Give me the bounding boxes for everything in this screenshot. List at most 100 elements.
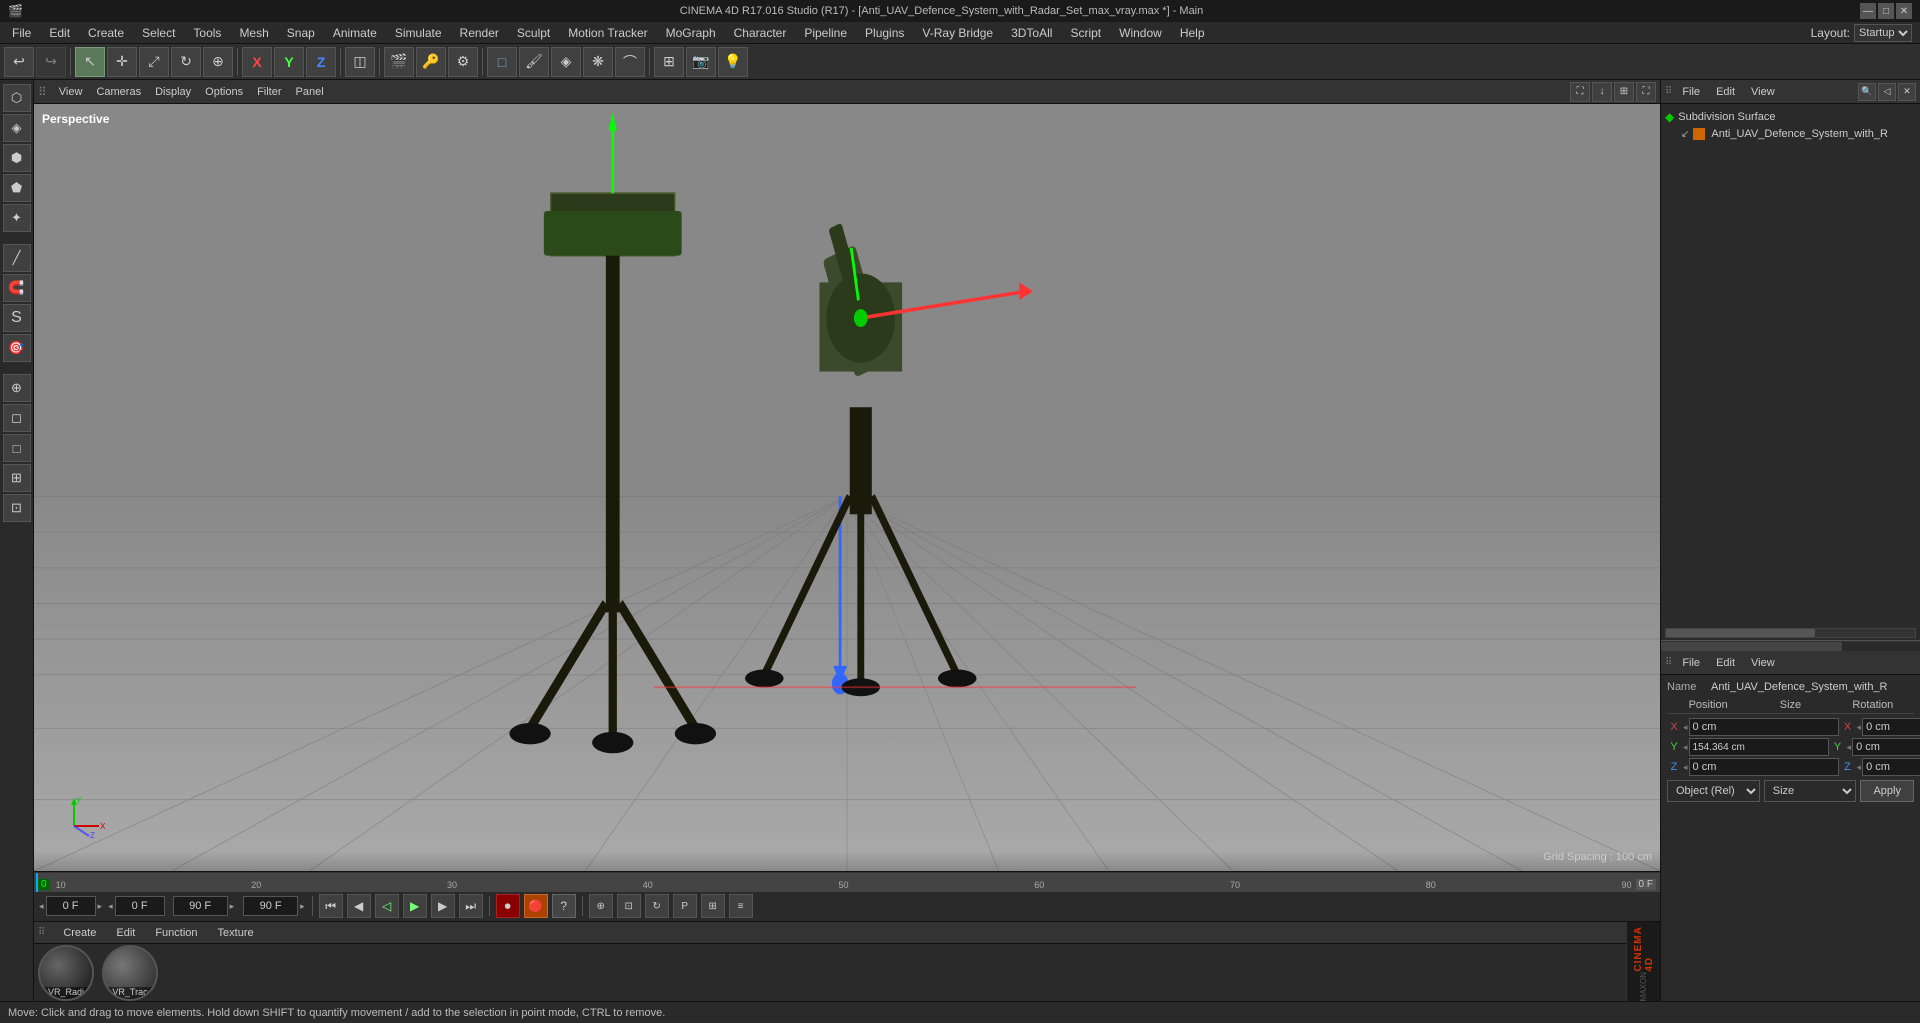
maximize-button[interactable]: □ [1878, 3, 1894, 19]
minimize-button[interactable]: — [1860, 3, 1876, 19]
scene-item-antiuav[interactable]: ↙ Anti_UAV_Defence_System_with_R [1665, 126, 1916, 142]
rp-search-button[interactable]: 🔍 [1858, 83, 1876, 101]
material-item-1[interactable]: VR_Radi [38, 945, 94, 1001]
soft-sel-button[interactable]: 🎯 [3, 334, 31, 362]
curve-button[interactable]: ⌒ [615, 47, 645, 77]
menu-create[interactable]: Create [80, 24, 132, 42]
attr-menu-view[interactable]: View [1745, 655, 1781, 671]
polygon-button[interactable]: ◈ [3, 114, 31, 142]
start-frame-input[interactable] [115, 896, 165, 916]
go-end-button[interactable]: ⏭ [459, 894, 483, 918]
play-button[interactable]: ▶ [403, 894, 427, 918]
key-button[interactable]: ? [552, 894, 576, 918]
point-button[interactable]: ⬟ [3, 174, 31, 202]
frame-dec-btn[interactable]: ◂ [38, 901, 45, 912]
menu-help[interactable]: Help [1172, 24, 1213, 42]
rp-menu-file[interactable]: File [1676, 84, 1706, 100]
go-start-button[interactable]: ⏮ [319, 894, 343, 918]
vp-menu-filter[interactable]: Filter [251, 84, 287, 100]
light-button[interactable]: 💡 [718, 47, 748, 77]
vp-menu-cameras[interactable]: Cameras [90, 84, 147, 100]
size-x-input[interactable] [1862, 718, 1920, 736]
rotate-tool-button[interactable]: ↻ [171, 47, 201, 77]
object-tool-button[interactable]: ◫ [345, 47, 375, 77]
mat-menu-texture[interactable]: Texture [212, 925, 260, 941]
render-region-button[interactable]: □ [3, 434, 31, 462]
menu-snap[interactable]: Snap [279, 24, 323, 42]
vp-layout-icon[interactable]: ⊞ [1614, 82, 1634, 102]
multi-btn2[interactable]: ⊡ [3, 494, 31, 522]
pos-x-input[interactable] [1689, 718, 1839, 736]
size-z-input[interactable] [1862, 758, 1920, 776]
attr-menu-file[interactable]: File [1676, 655, 1706, 671]
mat-menu-edit[interactable]: Edit [110, 925, 141, 941]
menu-pipeline[interactable]: Pipeline [796, 24, 855, 42]
menu-mesh[interactable]: Mesh [231, 24, 276, 42]
x-axis-button[interactable]: X [242, 47, 272, 77]
timeline-ruler[interactable]: 0 10 20 30 40 50 60 70 80 90 0 F [34, 872, 1660, 892]
menu-file[interactable]: File [4, 24, 39, 42]
motion-btn2[interactable]: ⊡ [617, 894, 641, 918]
pos-z-input[interactable] [1689, 758, 1839, 776]
next-frame-button[interactable]: ▶ [431, 894, 455, 918]
mat-menu-function[interactable]: Function [149, 925, 203, 941]
motion-btn1[interactable]: ⊕ [589, 894, 613, 918]
snap-button[interactable]: ⊕ [3, 374, 31, 402]
redo-button[interactable]: ↪ [36, 47, 66, 77]
end-inc-btn[interactable]: ▸ [229, 901, 236, 912]
vp-menu-options[interactable]: Options [199, 84, 249, 100]
apply-button[interactable]: Apply [1860, 780, 1914, 802]
pos-y-input[interactable] [1689, 738, 1829, 756]
anim-settings-button[interactable]: ⚙ [448, 47, 478, 77]
viewport[interactable]: Perspective Grid Spacing : 100 cm Y X Z [34, 104, 1660, 871]
vp-down-icon[interactable]: ↓ [1592, 82, 1612, 102]
menu-edit[interactable]: Edit [41, 24, 78, 42]
material-thumb-1[interactable]: VR_Radi [38, 945, 94, 1001]
auto-key-button[interactable]: 🔴 [524, 894, 548, 918]
size-x-dec[interactable]: ◂ [1857, 722, 1862, 733]
start-dec-btn[interactable]: ◂ [107, 901, 114, 912]
material-item-2[interactable]: VR_Trac [102, 945, 158, 1001]
menu-3dtoall[interactable]: 3DToAll [1003, 24, 1060, 42]
menu-mograph[interactable]: MoGraph [658, 24, 724, 42]
anim-key-button[interactable]: 🔑 [416, 47, 446, 77]
menu-character[interactable]: Character [726, 24, 795, 42]
menu-plugins[interactable]: Plugins [857, 24, 912, 42]
rp-close-button[interactable]: ✕ [1898, 83, 1916, 101]
menu-animate[interactable]: Animate [325, 24, 385, 42]
coord-mode-select[interactable]: Object (Rel) World [1667, 780, 1760, 802]
floor-button[interactable]: ◻ [3, 404, 31, 432]
undo-button[interactable]: ↩ [4, 47, 34, 77]
grid-button[interactable]: ⊞ [654, 47, 684, 77]
rp-filter-button[interactable]: ◁ [1878, 83, 1896, 101]
component-button[interactable]: ❋ [583, 47, 613, 77]
mat-menu-create[interactable]: Create [57, 925, 102, 941]
camera-button[interactable]: 📷 [686, 47, 716, 77]
pos-z-dec[interactable]: ◂ [1683, 762, 1688, 773]
menu-tools[interactable]: Tools [185, 24, 229, 42]
vp-move-icon[interactable]: ⛶ [1570, 82, 1590, 102]
motion-btn5[interactable]: ⊞ [701, 894, 725, 918]
line-tool-button[interactable]: ╱ [3, 244, 31, 272]
prev-frame-button[interactable]: ◀ [347, 894, 371, 918]
scale-tool-button[interactable]: ⤢ [139, 47, 169, 77]
size-z-dec[interactable]: ◂ [1857, 762, 1862, 773]
vp-menu-display[interactable]: Display [149, 84, 197, 100]
menu-render[interactable]: Render [452, 24, 507, 42]
menu-window[interactable]: Window [1111, 24, 1170, 42]
motion-btn3[interactable]: ↻ [645, 894, 669, 918]
end-frame-input[interactable] [173, 896, 228, 916]
rp-menu-edit[interactable]: Edit [1710, 84, 1741, 100]
y-axis-button[interactable]: Y [274, 47, 304, 77]
transform-button[interactable]: ⊕ [203, 47, 233, 77]
menu-vray[interactable]: V-Ray Bridge [914, 24, 1001, 42]
vp-menu-view[interactable]: View [53, 84, 89, 100]
anim-record-button[interactable]: 🎬 [384, 47, 414, 77]
attr-menu-edit[interactable]: Edit [1710, 655, 1741, 671]
size-y-input[interactable] [1852, 738, 1920, 756]
z-axis-button[interactable]: Z [306, 47, 336, 77]
move-tool-button[interactable]: ✛ [107, 47, 137, 77]
menu-simulate[interactable]: Simulate [387, 24, 450, 42]
object-mode-button[interactable]: ◈ [551, 47, 581, 77]
scene-item-subdivision[interactable]: ◆ Subdivision Surface [1665, 108, 1916, 126]
